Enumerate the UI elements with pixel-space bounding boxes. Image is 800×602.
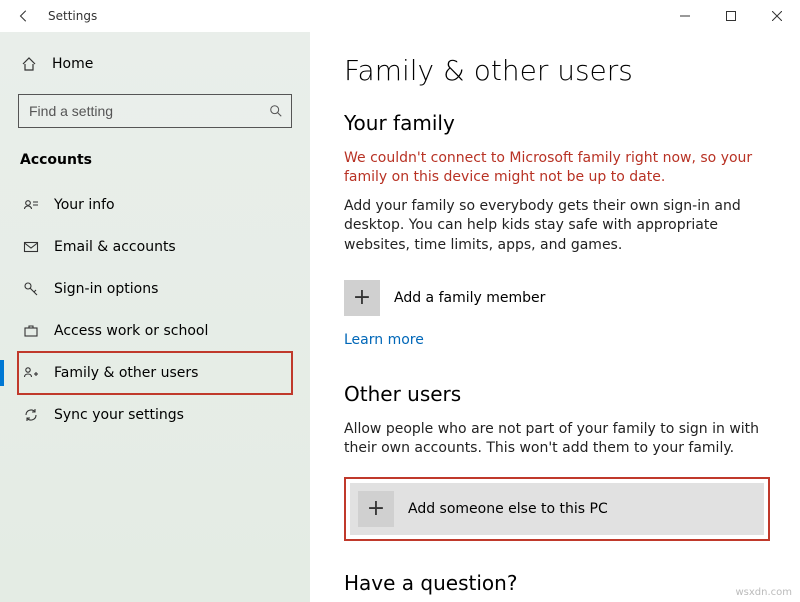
other-users-body-text: Allow people who are not part of your fa… xyxy=(344,420,770,459)
search-field[interactable] xyxy=(27,102,269,120)
family-heading: Your family xyxy=(344,111,770,135)
add-family-member-button[interactable]: + Add a family member xyxy=(344,274,770,322)
add-other-user-button[interactable]: + Add someone else to this PC xyxy=(350,483,764,535)
mail-icon xyxy=(22,238,40,256)
key-icon xyxy=(22,280,40,298)
sidebar-item-email-accounts[interactable]: Email & accounts xyxy=(18,226,292,268)
sidebar-section-label: Accounts xyxy=(20,152,292,168)
learn-more-link[interactable]: Learn more xyxy=(344,332,424,348)
sidebar-item-label: Sign-in options xyxy=(54,281,158,297)
sync-icon xyxy=(22,406,40,424)
add-other-user-label: Add someone else to this PC xyxy=(408,501,608,517)
other-users-heading: Other users xyxy=(344,382,770,406)
sidebar-item-label: Family & other users xyxy=(54,365,198,381)
sidebar-item-label: Email & accounts xyxy=(54,239,176,255)
sidebar-item-signin-options[interactable]: Sign-in options xyxy=(18,268,292,310)
sidebar-item-access-work-school[interactable]: Access work or school xyxy=(18,310,292,352)
minimize-button[interactable] xyxy=(662,0,708,32)
search-icon xyxy=(269,104,283,118)
maximize-button[interactable] xyxy=(708,0,754,32)
home-icon xyxy=(20,55,38,73)
plus-icon: + xyxy=(358,491,394,527)
content-pane: Family & other users Your family We coul… xyxy=(310,32,800,602)
plus-icon: + xyxy=(344,280,380,316)
close-button[interactable] xyxy=(754,0,800,32)
people-icon xyxy=(22,364,40,382)
sidebar-item-sync-settings[interactable]: Sync your settings xyxy=(18,394,292,436)
briefcase-icon xyxy=(22,322,40,340)
sidebar-item-family-other-users[interactable]: Family & other users xyxy=(18,352,292,394)
search-input[interactable] xyxy=(18,94,292,128)
back-button[interactable] xyxy=(10,9,38,23)
user-card-icon xyxy=(22,196,40,214)
sidebar-item-label: Your info xyxy=(54,197,115,213)
sidebar-home-label: Home xyxy=(52,56,93,72)
window-title: Settings xyxy=(48,9,97,23)
titlebar: Settings xyxy=(0,0,800,32)
sidebar-item-label: Access work or school xyxy=(54,323,208,339)
sidebar-home[interactable]: Home xyxy=(18,44,292,84)
sidebar-item-label: Sync your settings xyxy=(54,407,184,423)
sidebar: Home Accounts Your info Email & accounts xyxy=(0,32,310,602)
have-a-question-heading: Have a question? xyxy=(344,571,770,595)
add-family-member-label: Add a family member xyxy=(394,290,545,306)
add-other-user-highlight: + Add someone else to this PC xyxy=(344,477,770,541)
page-title: Family & other users xyxy=(344,54,770,87)
family-body-text: Add your family so everybody gets their … xyxy=(344,197,770,256)
family-error-text: We couldn't connect to Microsoft family … xyxy=(344,149,770,187)
sidebar-item-your-info[interactable]: Your info xyxy=(18,184,292,226)
watermark: wsxdn.com xyxy=(735,587,792,598)
